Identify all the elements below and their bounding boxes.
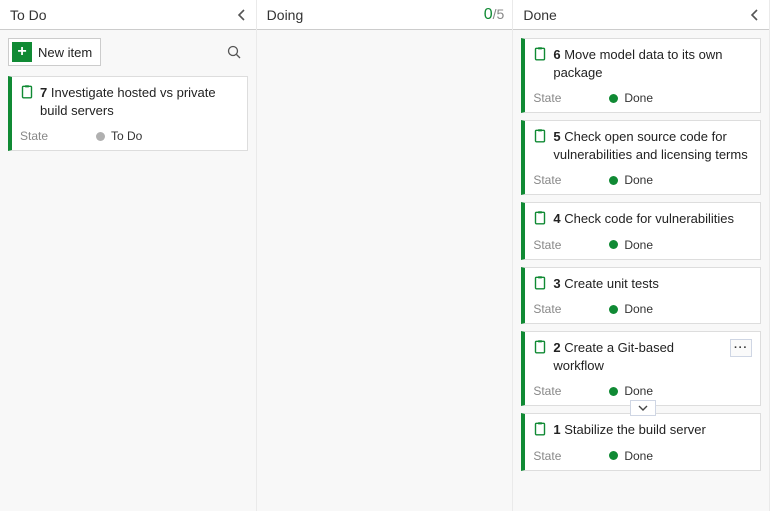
column-header-done[interactable]: Done [513,0,769,30]
card-title[interactable]: 2 Create a Git-based workflow [553,339,720,374]
card-state-field: State To Do [20,129,239,143]
column-done: Done 6 Move model data to its own packag… [513,0,770,511]
state-text: Done [624,91,653,105]
state-dot-icon [609,240,618,249]
card-state-field: State Done [533,238,752,252]
pbi-icon [20,85,34,99]
work-item-id: 3 [553,276,560,291]
field-label-state: State [533,91,609,105]
work-item-id: 5 [553,129,560,144]
work-item-card[interactable]: 7 Investigate hosted vs private build se… [8,76,248,151]
state-dot-icon [609,451,618,460]
card-state-field: State Done [533,91,752,105]
pbi-icon [533,47,547,61]
column-header-doing[interactable]: Doing 0/5 [257,0,513,30]
state-value[interactable]: Done [609,449,653,463]
state-text: Done [624,302,653,316]
column-doing: Doing 0/5 [257,0,514,511]
card-title[interactable]: 4 Check code for vulnerabilities [553,210,752,228]
card-title-row: 3 Create unit tests [533,275,752,293]
card-title[interactable]: 1 Stabilize the build server [553,421,752,439]
state-value[interactable]: To Do [96,129,142,143]
state-text: Done [624,384,653,398]
work-item-title: Move model data to its own package [553,47,722,80]
state-dot-icon [609,305,618,314]
work-item-title: Check code for vulnerabilities [564,211,734,226]
work-item-title: Create unit tests [564,276,659,291]
card-state-field: State Done [533,384,752,398]
work-item-id: 7 [40,85,47,100]
state-value[interactable]: Done [609,173,653,187]
card-state-field: State Done [533,449,752,463]
search-icon[interactable] [226,44,242,60]
column-title: To Do [10,7,236,23]
collapse-icon[interactable] [749,9,761,21]
card-title[interactable]: 6 Move model data to its own package [553,46,752,81]
column-title: Doing [267,7,484,23]
card-title-row: 7 Investigate hosted vs private build se… [20,84,239,119]
work-item-card[interactable]: 1 Stabilize the build server State Done [521,413,761,471]
state-value[interactable]: Done [609,238,653,252]
work-item-id: 2 [553,340,560,355]
card-title-row: 2 Create a Git-based workflow ··· [533,339,752,374]
column-todo: To Do + New item 7 Investigate hosted vs… [0,0,257,511]
state-value[interactable]: Done [609,384,653,398]
card-title[interactable]: 3 Create unit tests [553,275,752,293]
state-value[interactable]: Done [609,302,653,316]
work-item-title: Stabilize the build server [564,422,706,437]
field-label-state: State [533,302,609,316]
field-label-state: State [533,173,609,187]
work-item-card[interactable]: 6 Move model data to its own package Stat… [521,38,761,113]
card-title[interactable]: 5 Check open source code for vulnerabili… [553,128,752,163]
card-title-row: 6 Move model data to its own package [533,46,752,81]
card-title-row: 1 Stabilize the build server [533,421,752,439]
wip-counter: 0/5 [484,6,505,24]
work-item-card[interactable]: 4 Check code for vulnerabilities State Don… [521,202,761,260]
state-text: Done [624,173,653,187]
work-item-card[interactable]: 3 Create unit tests State Done [521,267,761,325]
plus-icon: + [12,42,32,62]
pbi-icon [533,340,547,354]
swimlane-done: 6 Move model data to its own package Stat… [513,30,769,511]
column-title: Done [523,7,749,23]
state-dot-icon [609,94,618,103]
expand-card-button[interactable] [630,400,656,416]
work-item-card[interactable]: 2 Create a Git-based workflow ··· State Don… [521,331,761,406]
pbi-icon [533,129,547,143]
work-item-title: Investigate hosted vs private build serv… [40,85,216,118]
state-value[interactable]: Done [609,91,653,105]
field-label-state: State [533,384,609,398]
swimlane-doing[interactable] [257,30,513,511]
card-actions-button[interactable]: ··· [730,339,752,357]
swimlane-todo: + New item 7 Investigate hosted vs priva… [0,30,256,511]
state-dot-icon [96,132,105,141]
state-text: Done [624,238,653,252]
pbi-icon [533,422,547,436]
work-item-card[interactable]: 5 Check open source code for vulnerabili… [521,120,761,195]
field-label-state: State [533,449,609,463]
state-text: Done [624,449,653,463]
new-item-label: New item [38,45,92,60]
card-state-field: State Done [533,173,752,187]
state-dot-icon [609,176,618,185]
pbi-icon [533,276,547,290]
column-header-todo[interactable]: To Do [0,0,256,30]
card-state-field: State Done [533,302,752,316]
collapse-icon[interactable] [236,9,248,21]
card-title[interactable]: 7 Investigate hosted vs private build se… [40,84,239,119]
new-item-button[interactable]: + New item [8,38,101,66]
field-label-state: State [20,129,96,143]
work-item-title: Check open source code for vulnerabiliti… [553,129,747,162]
state-text: To Do [111,129,142,143]
work-item-title: Create a Git-based workflow [553,340,674,373]
field-label-state: State [533,238,609,252]
work-item-id: 1 [553,422,560,437]
card-title-row: 5 Check open source code for vulnerabili… [533,128,752,163]
work-item-id: 4 [553,211,560,226]
card-title-row: 4 Check code for vulnerabilities [533,210,752,228]
new-item-row: + New item [8,38,248,66]
pbi-icon [533,211,547,225]
work-item-id: 6 [553,47,560,62]
state-dot-icon [609,387,618,396]
